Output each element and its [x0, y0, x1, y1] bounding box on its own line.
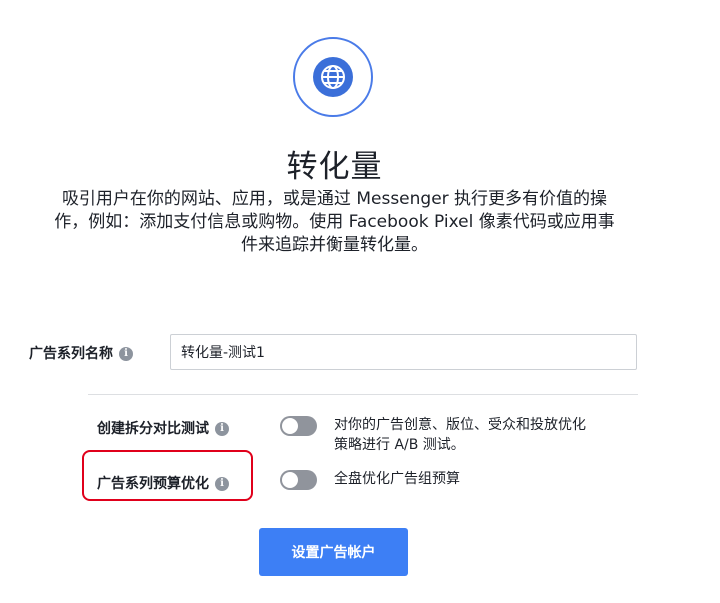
budget-optimization-label-text: 广告系列预算优化	[97, 476, 209, 492]
description-line: 作，例如：添加支付信息或购物。使用 Facebook Pixel 像素代码或应用…	[54, 212, 615, 232]
campaign-name-input[interactable]	[170, 334, 637, 370]
page-title: 转化量	[286, 149, 383, 185]
budget-optimization-label: 广告系列预算优化 i	[97, 473, 229, 493]
budget-optimization-toggle[interactable]	[280, 470, 317, 490]
globe-icon	[313, 57, 353, 97]
campaign-name-label: 广告系列名称 i	[29, 343, 133, 363]
split-test-description-line: 对你的广告创意、版位、受众和投放优化	[334, 417, 586, 433]
divider	[88, 394, 638, 395]
toggle-knob	[282, 472, 298, 488]
objective-icon-circle	[293, 37, 373, 117]
split-test-description-line: 策略进行 A/B 测试。	[334, 437, 465, 453]
description-line: 吸引用户在你的网站、应用，或是通过 Messenger 执行更多有价值的操	[61, 189, 608, 209]
split-test-toggle[interactable]	[280, 416, 317, 436]
split-test-label: 创建拆分对比测试 i	[97, 418, 229, 438]
budget-optimization-description: 全盘优化广告组预算	[334, 471, 460, 487]
info-icon[interactable]: i	[215, 422, 229, 436]
setup-ad-account-button[interactable]: 设置广告帐户	[259, 528, 408, 576]
split-test-description: 对你的广告创意、版位、受众和投放优化 策略进行 A/B 测试。	[334, 415, 586, 455]
campaign-name-label-text: 广告系列名称	[29, 346, 113, 362]
info-icon[interactable]: i	[119, 347, 133, 361]
info-icon[interactable]: i	[215, 477, 229, 491]
split-test-label-text: 创建拆分对比测试	[97, 421, 209, 437]
toggle-knob	[282, 418, 298, 434]
description-line: 件来追踪并衡量转化量。	[241, 235, 428, 255]
objective-description: 吸引用户在你的网站、应用，或是通过 Messenger 执行更多有价值的操 作，…	[0, 188, 669, 257]
